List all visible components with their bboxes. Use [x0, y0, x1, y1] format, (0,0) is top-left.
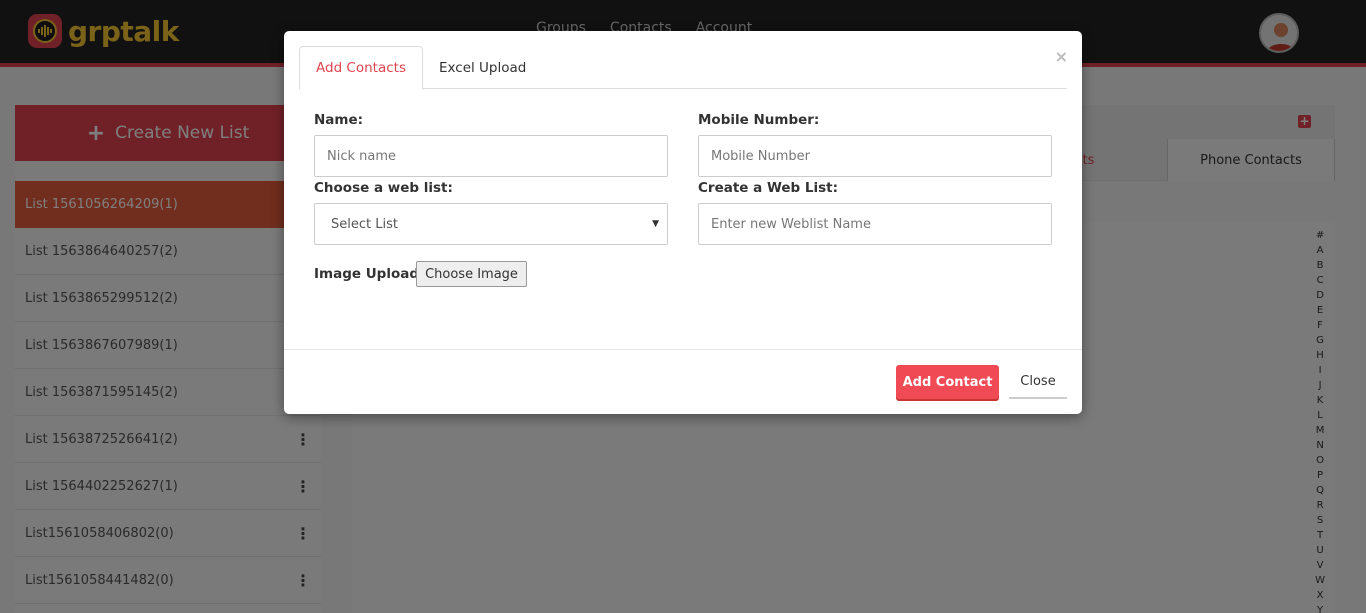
- tab-add-contacts[interactable]: Add Contacts: [299, 46, 423, 90]
- web-list-label: Choose a web list:: [314, 180, 453, 196]
- mobile-number-input[interactable]: [698, 135, 1052, 177]
- modal-footer-divider: [284, 349, 1082, 350]
- add-contact-button[interactable]: Add Contact: [896, 365, 999, 399]
- close-button[interactable]: Close: [1009, 365, 1067, 399]
- caret-down-icon: ▼: [652, 219, 659, 229]
- create-web-list-label: Create a Web List:: [698, 180, 838, 196]
- choose-image-button[interactable]: Choose Image: [416, 261, 527, 287]
- name-input[interactable]: [314, 135, 668, 177]
- create-web-list-input[interactable]: [698, 203, 1052, 245]
- image-upload-label: Image Upload:: [314, 266, 425, 282]
- tab-excel-upload[interactable]: Excel Upload: [423, 46, 542, 89]
- mobile-number-label: Mobile Number:: [698, 112, 820, 128]
- web-list-selected: Select List: [331, 216, 398, 232]
- web-list-select[interactable]: Select List ▼: [314, 203, 668, 245]
- modal-tabs: Add Contacts Excel Upload: [299, 46, 1067, 90]
- add-contacts-modal: × Add Contacts Excel Upload Name: Mobile…: [284, 31, 1082, 414]
- name-label: Name:: [314, 112, 364, 128]
